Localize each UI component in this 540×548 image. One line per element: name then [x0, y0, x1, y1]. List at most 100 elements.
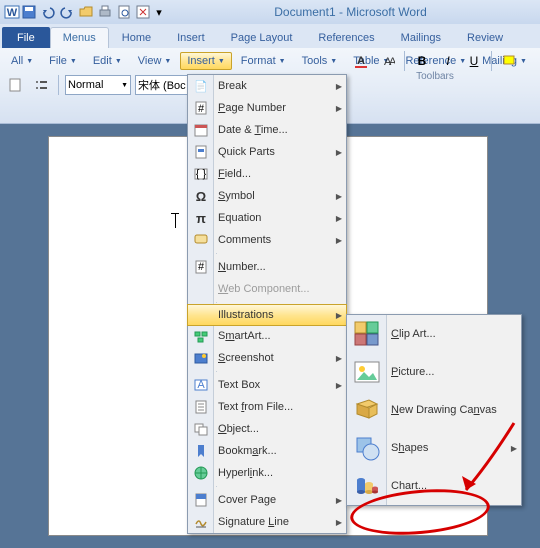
web-icon [192, 280, 210, 298]
tab-review[interactable]: Review [454, 27, 516, 48]
qat-redo-icon[interactable] [58, 3, 76, 21]
separator [404, 51, 405, 71]
qat-customize-icon[interactable]: ▾ [153, 3, 165, 21]
textfile-icon [192, 398, 210, 416]
bookmark-icon [192, 442, 210, 460]
separator [216, 371, 217, 372]
menu-item-picture[interactable]: Picture... [347, 353, 521, 391]
menu-item-cover-page[interactable]: Cover Page▶ [188, 489, 346, 511]
menu-item-number[interactable]: #Number... [188, 256, 346, 278]
qat-close-icon[interactable] [134, 3, 152, 21]
qat-save-icon[interactable] [20, 3, 38, 21]
field-icon: { } [192, 165, 210, 183]
highlight-icon[interactable] [498, 50, 520, 72]
canvas-icon [352, 395, 382, 425]
tab-menus[interactable]: Menus [50, 27, 109, 48]
quickparts-icon [192, 143, 210, 161]
svg-text:A: A [389, 56, 395, 68]
italic-icon[interactable]: I [437, 50, 459, 72]
menu-item-equation[interactable]: πEquation▶ [188, 207, 346, 229]
menu-item-comments[interactable]: Comments▶ [188, 229, 346, 251]
menu-item-symbol[interactable]: ΩSymbol▶ [188, 185, 346, 207]
menu-item-bookmark[interactable]: Bookmark... [188, 440, 346, 462]
menu-item-page-number[interactable]: #Page Number▶ [188, 97, 346, 119]
underline-icon[interactable]: U [463, 50, 485, 72]
window-title: Document1 - Microsoft Word [165, 5, 536, 19]
text-cursor [175, 213, 176, 228]
date-icon [192, 121, 210, 139]
menu-item-field[interactable]: { }Field... [188, 163, 346, 185]
picture-icon [352, 357, 382, 387]
menu-item-break[interactable]: 📄Break▶ [188, 75, 346, 97]
menu-item-hyperlink[interactable]: Hyperlink... [188, 462, 346, 484]
style-select[interactable]: Normal▼ [65, 75, 131, 95]
insert-dropdown: 📄Break▶ #Page Number▶ Date & Time... Qui… [187, 74, 347, 534]
ribbon-tabs: File Menus Home Insert Page Layout Refer… [0, 24, 540, 48]
menu-item-smartart[interactable]: SmartArt... [188, 325, 346, 347]
menu-item-quick-parts[interactable]: Quick Parts▶ [188, 141, 346, 163]
qat-print-icon[interactable] [96, 3, 114, 21]
menu-item-text-box[interactable]: AText Box▶ [188, 374, 346, 396]
menu-item-chart[interactable]: Chart... [347, 467, 521, 505]
title-bar: W ▾ Document1 - Microsoft Word [0, 0, 540, 24]
shapes-icon [352, 433, 382, 463]
number-icon: # [192, 258, 210, 276]
tool-bullets-icon[interactable] [30, 74, 52, 96]
quick-access-toolbar: ▾ [20, 3, 165, 21]
menu-format[interactable]: Format▼ [234, 52, 293, 70]
qat-preview-icon[interactable] [115, 3, 133, 21]
clipart-icon [352, 319, 382, 349]
menu-item-signature-line[interactable]: Signature Line▶ [188, 511, 346, 533]
menu-item-date-time[interactable]: Date & Time... [188, 119, 346, 141]
menu-file[interactable]: File▼ [42, 52, 84, 70]
qat-open-icon[interactable] [77, 3, 95, 21]
object-icon [192, 420, 210, 438]
hyperlink-icon [192, 464, 210, 482]
menu-item-web-component: Web Component... [188, 278, 346, 300]
tab-mailings[interactable]: Mailings [388, 27, 454, 48]
textbox-icon: A [192, 376, 210, 394]
illustrations-icon [193, 306, 211, 324]
bold-icon[interactable]: B [411, 50, 433, 72]
coverpage-icon [192, 491, 210, 509]
group-label-toolbars: Toolbars [350, 71, 520, 82]
svg-text:A: A [197, 379, 205, 391]
menu-view[interactable]: View▼ [131, 52, 179, 70]
separator [216, 253, 217, 254]
menu-item-object[interactable]: Object... [188, 418, 346, 440]
qat-undo-icon[interactable] [39, 3, 57, 21]
menu-item-clip-art[interactable]: Clip Art... [347, 315, 521, 353]
separator [216, 302, 217, 303]
svg-text:W: W [7, 7, 18, 19]
svg-text:A: A [357, 55, 365, 67]
tab-references[interactable]: References [305, 27, 387, 48]
tab-insert[interactable]: Insert [164, 27, 218, 48]
menu-insert[interactable]: Insert▼ [180, 52, 231, 70]
tab-home[interactable]: Home [109, 27, 164, 48]
tab-page-layout[interactable]: Page Layout [218, 27, 306, 48]
menu-item-text-from-file[interactable]: Text from File... [188, 396, 346, 418]
signature-icon [192, 513, 210, 531]
equation-icon: π [192, 209, 210, 227]
menu-all[interactable]: All▼ [4, 52, 40, 70]
tab-file[interactable]: File [2, 27, 50, 48]
font-size-icon[interactable]: AA [376, 50, 398, 72]
break-icon: 📄 [192, 77, 210, 95]
smartart-icon [192, 327, 210, 345]
formatting-toolbar-partial: A AA B I U [350, 50, 520, 72]
separator [58, 75, 59, 95]
svg-text:#: # [198, 261, 205, 273]
illustrations-submenu: Clip Art... Picture... New Drawing Canva… [346, 314, 522, 506]
menu-item-shapes[interactable]: Shapes▶ [347, 429, 521, 467]
symbol-icon: Ω [192, 187, 210, 205]
menu-tools[interactable]: Tools▼ [295, 52, 345, 70]
svg-text:{ }: { } [196, 168, 207, 180]
chart-icon [352, 471, 382, 501]
font-color-icon[interactable]: A [350, 50, 372, 72]
svg-text:#: # [198, 103, 205, 115]
tool-new-icon[interactable] [4, 74, 26, 96]
menu-item-illustrations[interactable]: Illustrations▶ [187, 304, 347, 326]
menu-edit[interactable]: Edit▼ [86, 52, 129, 70]
menu-item-new-drawing-canvas[interactable]: New Drawing Canvas [347, 391, 521, 429]
menu-item-screenshot[interactable]: Screenshot▶ [188, 347, 346, 369]
